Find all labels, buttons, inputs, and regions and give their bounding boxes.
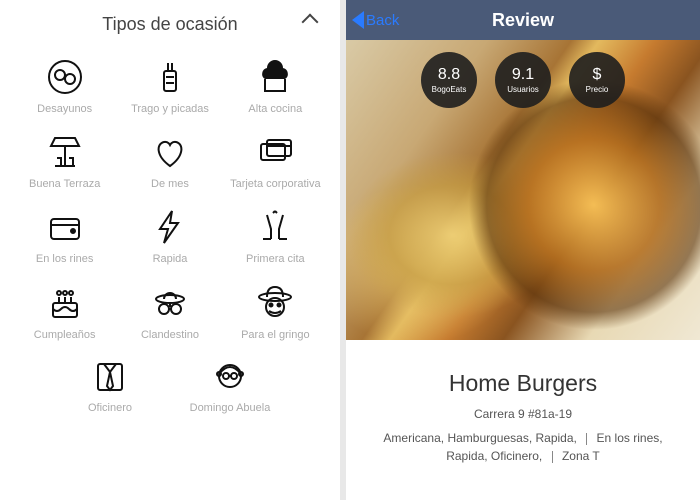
cheers-icon (253, 205, 297, 249)
badge-usuarios[interactable]: 9.1 Usuarios (495, 52, 551, 108)
occasion-label: Tarjeta corporativa (230, 178, 321, 191)
occasion-label: Alta cocina (248, 103, 302, 116)
occasion-label: Clandestino (141, 329, 199, 342)
wallet-icon (43, 205, 87, 249)
restaurant-address: Carrera 9 #81a-19 (364, 407, 682, 421)
section-title: Tipos de ocasión (102, 14, 237, 35)
occasion-types-screen: Tipos de ocasión Desayunos Trago y picad… (0, 0, 340, 500)
badge-value: $ (593, 66, 602, 84)
occasion-label: Rapida (153, 253, 188, 266)
restaurant-info: Home Burgers Carrera 9 #81a-19 Americana… (346, 340, 700, 465)
occasion-label: Desayunos (37, 103, 92, 116)
chevron-up-icon (302, 14, 319, 31)
separator-icon (552, 451, 553, 463)
occasion-tarjeta[interactable]: Tarjeta corporativa (223, 126, 328, 195)
occasion-label: En los rines (36, 253, 93, 266)
back-button[interactable]: Back (346, 11, 399, 29)
occasion-clandestino[interactable]: Clandestino (117, 277, 222, 346)
terrace-icon (43, 130, 87, 174)
occasion-abuela[interactable]: Domingo Abuela (180, 350, 280, 419)
restaurant-name: Home Burgers (364, 370, 682, 397)
gringo-icon (253, 281, 297, 325)
occasion-desayunos[interactable]: Desayunos (12, 51, 117, 120)
occasion-label: De mes (151, 178, 189, 191)
occasion-cumple[interactable]: Cumpleaños (12, 277, 117, 346)
occasion-grid: Desayunos Trago y picadas Alta cocina Bu… (0, 45, 340, 346)
tags-part-c: Zona T (562, 449, 600, 463)
breakfast-icon (43, 55, 87, 99)
badge-caption: Usuarios (507, 85, 539, 94)
occasion-label: Trago y picadas (131, 103, 209, 116)
occasion-gringo[interactable]: Para el gringo (223, 277, 328, 346)
badge-value: 8.8 (438, 66, 460, 84)
spy-icon (148, 281, 192, 325)
occasion-rines[interactable]: En los rines (12, 201, 117, 270)
tags-part-a: Americana, Hamburguesas, Rapida, (383, 431, 576, 445)
occasion-trago[interactable]: Trago y picadas (117, 51, 222, 120)
occasion-label: Primera cita (246, 253, 305, 266)
badge-bogoeats[interactable]: 8.8 BogoEats (421, 52, 477, 108)
occasion-label: Buena Terraza (29, 178, 100, 191)
drink-icon (148, 55, 192, 99)
occasion-label: Domingo Abuela (190, 402, 271, 415)
restaurant-photo: 8.8 BogoEats 9.1 Usuarios $ Precio (346, 40, 700, 340)
badge-caption: Precio (586, 85, 609, 94)
bolt-icon (148, 205, 192, 249)
separator-icon (586, 433, 587, 445)
back-arrow-icon (352, 11, 364, 29)
badge-precio[interactable]: $ Precio (569, 52, 625, 108)
rating-badges: 8.8 BogoEats 9.1 Usuarios $ Precio (346, 52, 700, 108)
occasion-altacocina[interactable]: Alta cocina (223, 51, 328, 120)
badge-value: 9.1 (512, 66, 534, 84)
chef-hat-icon (253, 55, 297, 99)
occasion-rapida[interactable]: Rapida (117, 201, 222, 270)
occasion-label: Para el gringo (241, 329, 310, 342)
heart-icon (148, 130, 192, 174)
grandma-icon (208, 354, 252, 398)
section-header[interactable]: Tipos de ocasión (0, 0, 340, 45)
review-screen: Back Review 8.8 BogoEats 9.1 Usuarios $ … (346, 0, 700, 500)
tie-icon (88, 354, 132, 398)
badge-caption: BogoEats (432, 85, 467, 94)
occasion-oficinero[interactable]: Oficinero (60, 350, 160, 419)
restaurant-tags: Americana, Hamburguesas, Rapida, En los … (364, 429, 682, 465)
occasion-primera-cita[interactable]: Primera cita (223, 201, 328, 270)
occasion-grid-row5: Oficinero Domingo Abuela (0, 346, 340, 419)
back-label: Back (366, 12, 399, 29)
occasion-label: Oficinero (88, 402, 132, 415)
cake-icon (43, 281, 87, 325)
occasion-terraza[interactable]: Buena Terraza (12, 126, 117, 195)
occasion-demes[interactable]: De mes (117, 126, 222, 195)
occasion-label: Cumpleaños (34, 329, 96, 342)
navbar: Back Review (346, 0, 700, 40)
card-icon (253, 130, 297, 174)
